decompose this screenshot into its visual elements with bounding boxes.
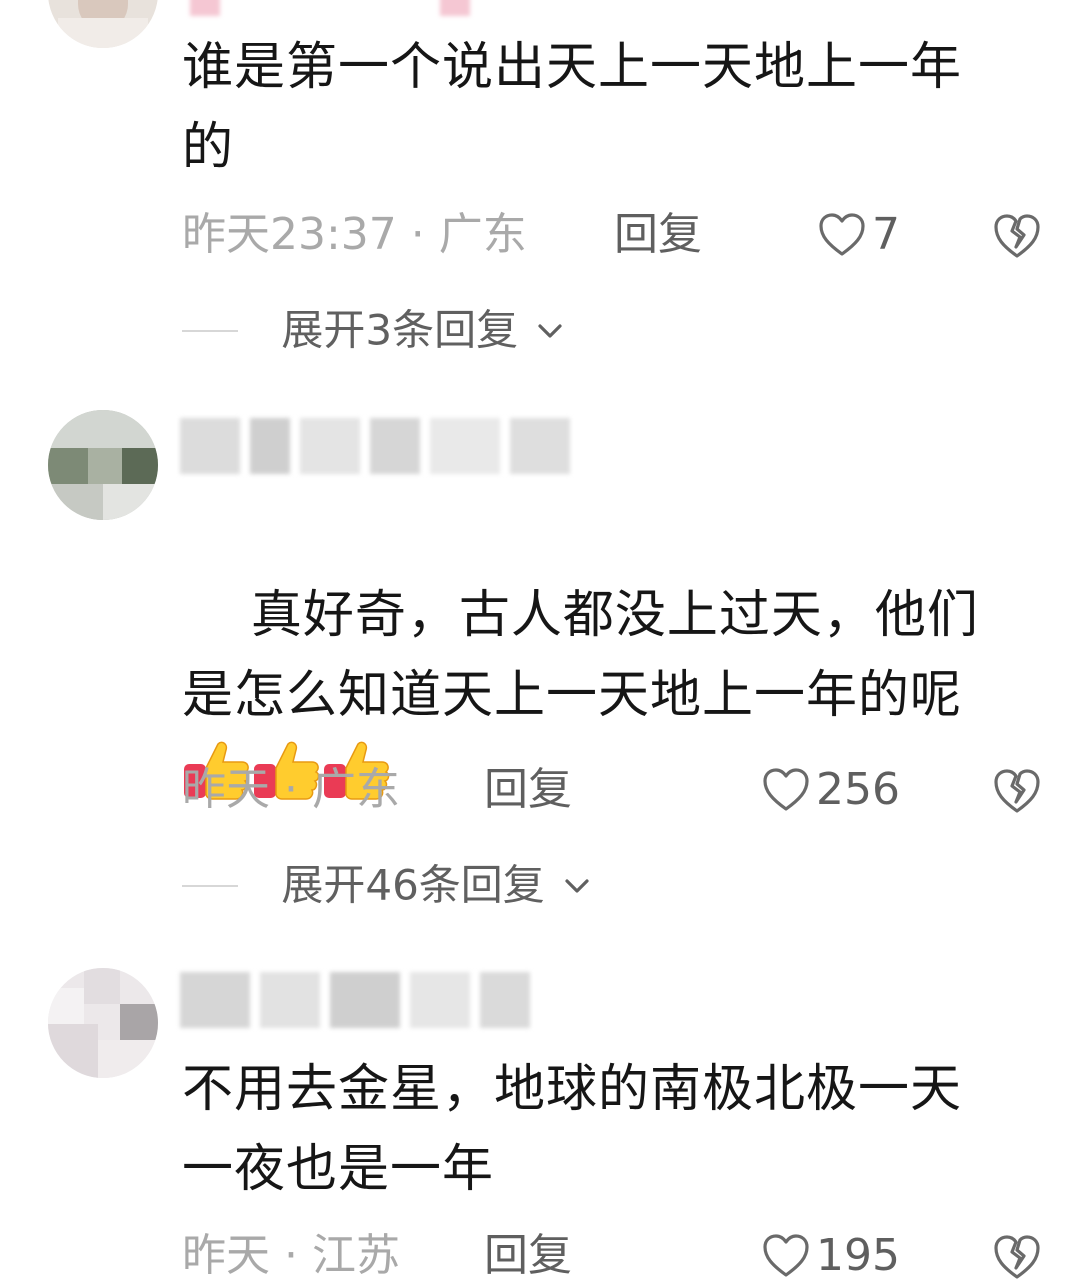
like-count: 256 — [816, 764, 900, 815]
username-blurred[interactable] — [180, 972, 540, 1028]
reply-button[interactable]: 回复 — [484, 760, 572, 820]
comment-text-body: 真好奇，古人都没上过天，他们是怎么知道天上一天地上一年的呢 — [182, 586, 979, 725]
like-count: 7 — [872, 209, 900, 260]
avatar[interactable] — [48, 0, 158, 48]
like-count: 195 — [816, 1230, 900, 1281]
username-blurred[interactable] — [180, 418, 580, 474]
like-button[interactable]: 256 — [762, 760, 900, 820]
reply-button[interactable]: 回复 — [484, 1226, 572, 1286]
comment-text: 谁是第一个说出天上一天地上一年的 — [182, 38, 963, 177]
avatar[interactable] — [48, 410, 158, 520]
expand-replies-button[interactable]: 展开46条回复 — [182, 853, 592, 913]
like-button[interactable]: 7 — [818, 205, 900, 265]
comment-meta: 昨天 · 广东 回复 256 — [182, 760, 1042, 820]
username-blurred[interactable] — [180, 0, 580, 16]
broken-heart-icon[interactable] — [992, 766, 1042, 816]
chevron-down-icon — [538, 323, 563, 338]
chevron-down-icon — [565, 878, 589, 893]
broken-heart-icon[interactable] — [992, 1232, 1042, 1282]
time-location: 昨天23:37 · 广东 — [182, 209, 527, 260]
comment-text: 不用去金星，地球的南极北极一天一夜也是一年 — [182, 1060, 963, 1199]
expand-replies-label: 展开46条回复 — [281, 860, 545, 910]
time-location: 昨天 · 广东 — [182, 764, 400, 815]
reply-button[interactable]: 回复 — [614, 205, 702, 265]
divider — [182, 329, 238, 332]
broken-heart-icon[interactable] — [992, 211, 1042, 261]
heart-outline-icon — [763, 768, 809, 811]
comment-meta: 昨天23:37 · 广东 回复 7 — [182, 205, 1042, 265]
expand-replies-label: 展开3条回复 — [281, 305, 519, 355]
heart-outline-icon — [763, 1234, 809, 1277]
time-location: 昨天 · 江苏 — [182, 1230, 400, 1281]
divider — [182, 884, 238, 887]
heart-outline-icon — [819, 213, 865, 256]
avatar[interactable] — [48, 968, 158, 1078]
comment-meta: 昨天 · 江苏 回复 195 — [182, 1226, 1042, 1286]
comment-text: 真好奇，古人都没上过天，他们是怎么知道天上一天地上一年的呢 — [182, 496, 1012, 902]
like-button[interactable]: 195 — [762, 1226, 900, 1286]
expand-replies-button[interactable]: 展开3条回复 — [182, 298, 565, 358]
